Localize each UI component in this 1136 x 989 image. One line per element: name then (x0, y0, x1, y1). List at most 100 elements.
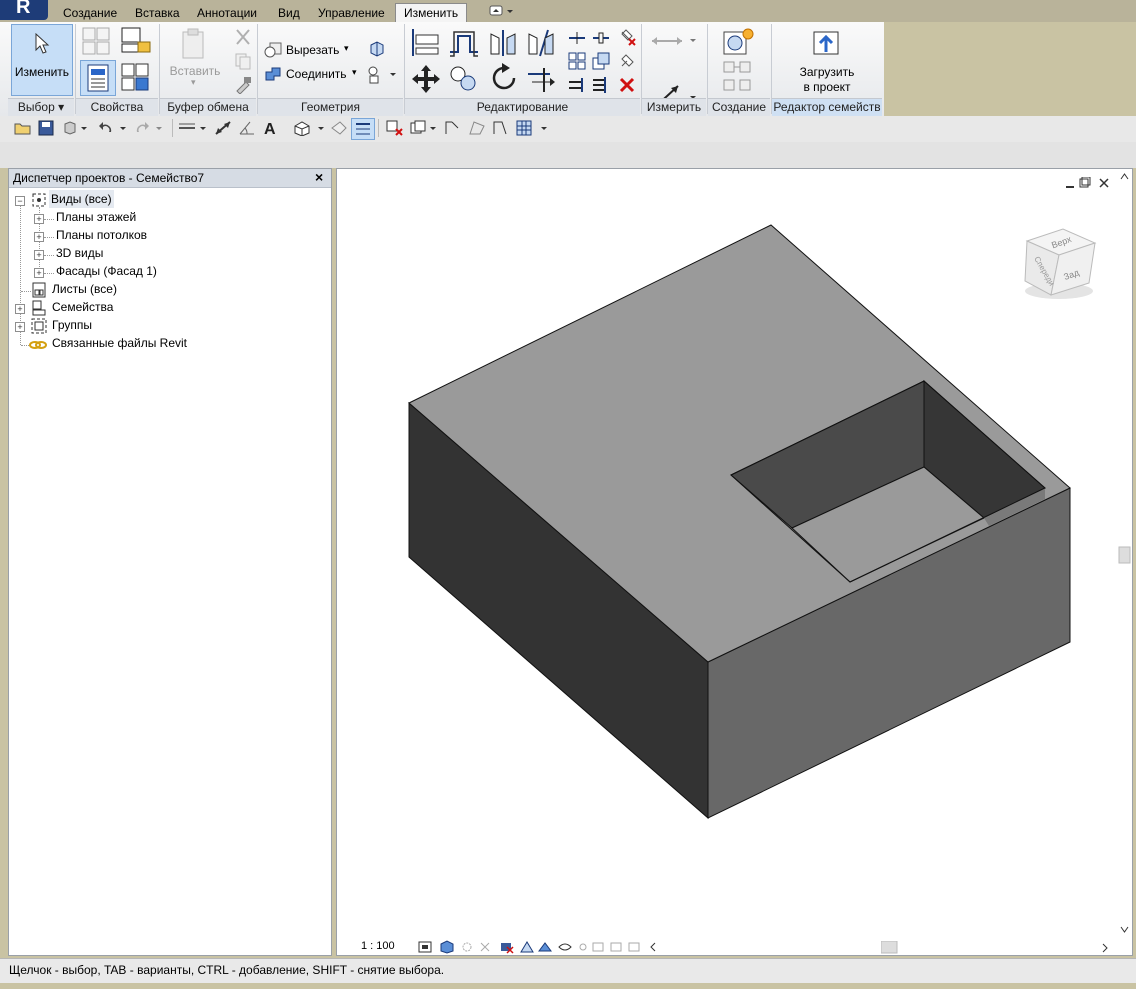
tree-item-sheets-all[interactable]: Листы (все) (52, 280, 117, 298)
expand-icon[interactable]: + (34, 268, 44, 278)
trim-extend-icon[interactable] (526, 64, 558, 94)
trim-single-icon[interactable] (568, 76, 586, 94)
copy-element-icon[interactable] (448, 64, 480, 94)
tree-item-revit-links[interactable]: Связанные файлы Revit (52, 334, 187, 352)
save-icon[interactable] (38, 120, 54, 139)
load-into-project-icon[interactable] (810, 28, 842, 60)
tab-manage[interactable]: Управление (318, 4, 385, 22)
project-browser-title: Диспетчер проектов - Семейство7 (13, 171, 205, 185)
delete-icon[interactable] (618, 76, 636, 94)
tab-modify[interactable]: Изменить (395, 3, 468, 23)
split-face-icon[interactable] (366, 66, 396, 84)
view-control-icons[interactable] (417, 940, 677, 954)
aligned-dimension-icon[interactable] (214, 120, 232, 139)
undo-icon[interactable] (98, 120, 128, 139)
tree-item-views-all[interactable]: Виды (все) (49, 190, 114, 208)
cut-geometry-label[interactable]: Вырезать (286, 43, 339, 57)
status-bar: Щелчок - выбор, TAB - варианты, CTRL - д… (0, 958, 1136, 983)
expand-icon[interactable]: + (34, 232, 44, 242)
detail-lines-icon[interactable] (492, 120, 510, 139)
collapse-icon[interactable]: − (15, 196, 25, 206)
paste-dropdown-icon[interactable]: ▾ (191, 77, 196, 88)
svg-text:A: A (264, 121, 276, 136)
measure-between-references-icon[interactable] (650, 32, 698, 50)
split-element-icon[interactable] (568, 30, 586, 46)
tree-item-elevations[interactable]: Фасады (Фасад 1) (56, 262, 157, 280)
tree-item-3d-views[interactable]: 3D виды (56, 244, 103, 262)
type-properties-icon[interactable] (120, 62, 152, 92)
app-logo[interactable]: R (0, 0, 48, 20)
measure-qat-icon[interactable] (178, 120, 208, 139)
close-icon[interactable]: × (315, 169, 323, 185)
rotate-icon[interactable] (488, 62, 520, 94)
join-geometry-label[interactable]: Соединить (286, 67, 347, 81)
mirror-draw-axis-icon[interactable] (526, 28, 556, 58)
redo-icon[interactable] (134, 120, 164, 139)
cut-icon[interactable] (234, 28, 252, 46)
copy-icon[interactable] (234, 52, 252, 70)
create-group-icon[interactable] (722, 60, 756, 94)
load-into-project-label-2[interactable]: в проект (776, 80, 878, 94)
thin-lines-icon[interactable] (351, 118, 375, 140)
grid-toggle-icon[interactable] (516, 120, 552, 139)
tree-item-floor-plans[interactable]: Планы этажей (56, 208, 136, 226)
scale-icon[interactable] (592, 52, 610, 70)
family-category-icon[interactable] (120, 26, 152, 56)
default-3d-view-icon[interactable] (292, 120, 326, 139)
cut-dropdown-icon[interactable]: ▾ (344, 43, 349, 54)
pin-icon[interactable] (618, 52, 636, 70)
join-geometry-icon[interactable] (264, 66, 282, 82)
tab-view[interactable]: Вид (278, 4, 300, 22)
project-browser-header: Диспетчер проектов - Семейство7 × (9, 169, 331, 188)
properties-icon[interactable] (80, 60, 116, 96)
section-icon[interactable] (330, 120, 348, 139)
project-browser: Диспетчер проектов - Семейство7 × − Виды… (8, 168, 332, 956)
text-icon[interactable]: A (262, 120, 278, 139)
cut-geometry-icon[interactable] (264, 42, 282, 58)
tag-icon[interactable] (444, 120, 462, 139)
open-icon[interactable] (14, 120, 32, 139)
sheets-icon (31, 282, 47, 298)
array-icon[interactable] (568, 52, 586, 70)
panel-select-label[interactable]: Выбор ▾ (8, 98, 74, 116)
tree-item-ceiling-plans[interactable]: Планы потолков (56, 226, 147, 244)
align-icon[interactable] (410, 28, 442, 58)
move-icon[interactable] (410, 64, 442, 94)
mirror-pick-axis-icon[interactable] (488, 28, 518, 58)
modify-button[interactable]: Изменить (11, 24, 73, 96)
tree-item-families[interactable]: Семейства (52, 298, 113, 316)
family-3d-model[interactable] (337, 169, 1117, 939)
family-types-icon[interactable] (82, 27, 112, 55)
join-dropdown-icon[interactable]: ▾ (352, 67, 357, 78)
panel-create-label: Создание (708, 98, 770, 116)
view-scale[interactable]: 1 : 100 (361, 940, 395, 952)
vertical-scrollbar[interactable] (1117, 169, 1132, 939)
wall-joins-icon[interactable] (368, 40, 386, 58)
angular-dimension-icon[interactable] (238, 120, 256, 139)
horizontal-scrollbar[interactable] (881, 941, 1117, 955)
expand-icon[interactable]: + (15, 322, 25, 332)
close-hidden-windows-icon[interactable] (386, 120, 404, 139)
split-with-gap-icon[interactable] (592, 30, 610, 46)
trim-multiple-icon[interactable] (592, 76, 610, 94)
tag-all-icon[interactable] (468, 120, 486, 139)
match-properties-icon[interactable] (234, 76, 252, 94)
load-into-project-label-1[interactable]: Загрузить (776, 65, 878, 79)
tab-annotate[interactable]: Аннотации (197, 4, 257, 22)
paste-icon[interactable] (180, 28, 208, 60)
tab-create[interactable]: Создание (63, 4, 117, 22)
expand-icon[interactable]: + (15, 304, 25, 314)
revit-link-icon (29, 338, 47, 352)
switch-windows-icon[interactable] (410, 120, 438, 139)
expand-icon[interactable]: + (34, 214, 44, 224)
synchronize-icon[interactable] (62, 120, 88, 139)
tab-insert[interactable]: Вставка (135, 4, 180, 22)
ribbon-minimize-dropdown[interactable] (489, 5, 515, 17)
offset-icon[interactable] (448, 28, 480, 58)
drawing-viewport[interactable]: Верх Спереди Зад 1 : 100 (336, 168, 1133, 956)
tree-item-groups[interactable]: Группы (52, 316, 92, 334)
panel-properties-label: Свойства (76, 98, 158, 116)
create-similar-icon[interactable] (722, 26, 756, 58)
unpin-icon[interactable] (618, 28, 636, 46)
expand-icon[interactable]: + (34, 250, 44, 260)
